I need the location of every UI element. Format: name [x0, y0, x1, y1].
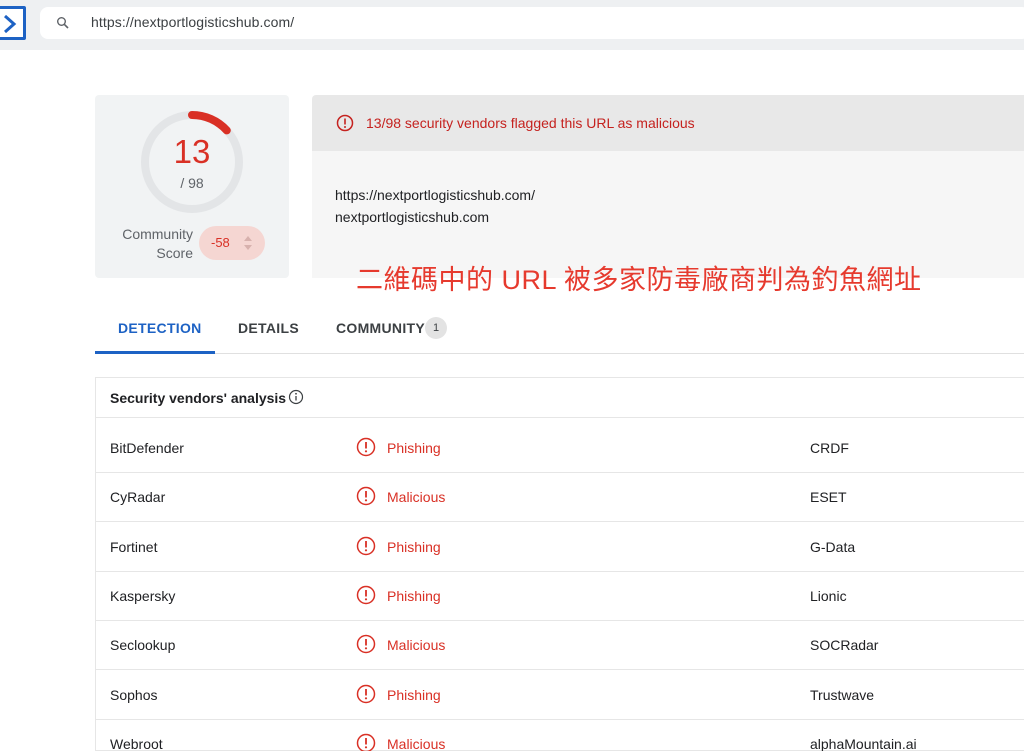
active-tab-indicator: [95, 351, 215, 354]
score-card: 13 / 98 Community Score -58: [95, 95, 289, 278]
target-domain[interactable]: nextportlogisticshub.com: [335, 209, 489, 225]
alert-banner: 13/98 security vendors flagged this URL …: [312, 95, 1024, 151]
tab-details[interactable]: DETAILS: [238, 320, 299, 336]
page: https://nextportlogisticshub.com/ 13 / 9…: [0, 0, 1024, 751]
vendor-name: G-Data: [810, 538, 856, 555]
vendor-name: alphaMountain.ai: [810, 735, 917, 751]
alert-text: 13/98 security vendors flagged this URL …: [366, 115, 695, 131]
community-label-line2: Score: [156, 245, 193, 261]
search-bar[interactable]: https://nextportlogisticshub.com/: [40, 7, 1024, 39]
vendor-name: CyRadar: [110, 489, 166, 506]
vendor-name: Kaspersky: [110, 587, 176, 604]
exclamation-circle-icon: [336, 114, 354, 132]
vendor-name: Trustwave: [810, 686, 875, 703]
vendor-verdict: Phishing: [387, 538, 441, 555]
vendor-verdict: Malicious: [387, 735, 446, 751]
table-row: Fortinet Phishing G-Data: [96, 523, 1024, 572]
exclamation-circle-icon: [356, 536, 376, 555]
community-score-value: -58: [211, 235, 230, 250]
table-row: BitDefender Phishing CRDF: [96, 424, 1024, 473]
target-url: https://nextportlogisticshub.com/: [335, 187, 535, 203]
exclamation-circle-icon: [356, 437, 376, 457]
tab-bar: DETECTION DETAILS COMMUNITY 1: [95, 300, 1024, 354]
vendor-verdict: Phishing: [387, 440, 441, 456]
vendor-name: Fortinet: [110, 538, 158, 555]
table-title: Security vendors' analysis: [110, 390, 287, 406]
table-row: CyRadar Malicious ESET: [96, 473, 1024, 523]
tab-detection[interactable]: DETECTION: [118, 320, 202, 336]
table-row: Sophos Phishing Trustwave: [96, 671, 1024, 720]
detection-count: 13: [173, 133, 211, 170]
vendor-name: CRDF: [810, 440, 849, 456]
community-score-label: Community Score: [115, 225, 193, 263]
overlay-caption: 二維碼中的 URL 被多家防毒廠商判為釣魚網址: [356, 265, 922, 295]
search-input[interactable]: https://nextportlogisticshub.com/: [91, 14, 294, 30]
chevron-right-icon: [4, 14, 17, 34]
exclamation-circle-icon: [356, 487, 376, 506]
top-bar: https://nextportlogisticshub.com/: [0, 0, 1024, 50]
up-down-arrows-icon[interactable]: [243, 234, 253, 252]
vendor-name: ESET: [810, 489, 847, 506]
detection-total: / 98: [180, 175, 204, 191]
vendor-name: Sophos: [110, 686, 158, 703]
exclamation-circle-icon: [356, 684, 376, 703]
vendor-name: BitDefender: [110, 440, 184, 456]
vendor-name: SOCRadar: [810, 637, 879, 654]
search-icon: [57, 17, 69, 29]
table-header: Security vendors' analysis: [96, 378, 1024, 418]
table-row: Webroot Malicious alphaMountain.ai: [96, 720, 1024, 751]
vendor-verdict: Malicious: [387, 637, 446, 654]
table-row: Kaspersky Phishing Lionic: [96, 572, 1024, 621]
community-score-badge[interactable]: -58: [199, 226, 265, 260]
url-info-panel: 13/98 security vendors flagged this URL …: [312, 95, 1024, 278]
tab-community[interactable]: COMMUNITY: [336, 320, 425, 336]
exclamation-circle-icon: [356, 585, 376, 605]
vendor-name: Seclookup: [110, 637, 176, 654]
info-icon[interactable]: [288, 389, 304, 405]
vendor-verdict: Phishing: [387, 686, 441, 703]
community-label-line1: Community: [122, 226, 193, 242]
vendors-analysis-table: Security vendors' analysis BitDefender Ph…: [95, 377, 1024, 751]
community-count-badge: 1: [425, 317, 447, 339]
vendor-name: Webroot: [110, 735, 163, 751]
vendor-name: Lionic: [810, 587, 847, 604]
exclamation-circle-icon: [356, 733, 376, 751]
vendor-verdict: Phishing: [387, 587, 441, 604]
vendor-verdict: Malicious: [387, 489, 446, 506]
exclamation-circle-icon: [356, 634, 376, 654]
menu-button[interactable]: [0, 6, 26, 40]
table-row: Seclookup Malicious SOCRadar: [96, 621, 1024, 671]
